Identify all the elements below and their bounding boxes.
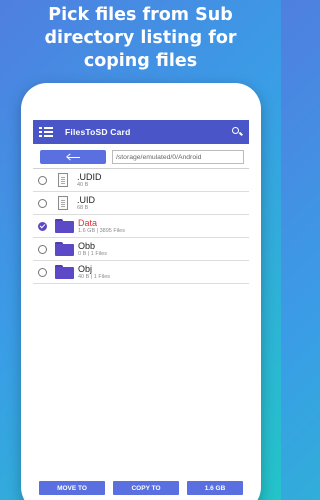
move-to-button[interactable]: MOVE TO	[39, 481, 105, 495]
select-radio[interactable]	[38, 267, 47, 277]
app-toolbar: FilesToSD Card	[33, 120, 249, 144]
item-name: Obj	[78, 263, 93, 274]
folder-icon	[55, 219, 74, 233]
copy-to-button[interactable]: COPY TO	[113, 481, 179, 495]
item-name: .UDID	[77, 171, 102, 182]
promo-headline: Pick files from Sub directory listing fo…	[0, 4, 281, 73]
list-item[interactable]: .UID 68 B	[33, 192, 249, 215]
back-button[interactable]	[40, 150, 106, 164]
item-name: Obb	[78, 240, 96, 251]
folder-icon	[55, 265, 74, 279]
list-item[interactable]: .UDID 40 B	[33, 169, 249, 192]
list-item[interactable]: Obb 0 B | 1 Files	[33, 238, 249, 261]
select-radio[interactable]	[38, 198, 47, 208]
headline-line-1: Pick files from Sub	[48, 5, 233, 25]
app-title: FilesToSD Card	[65, 127, 131, 137]
file-icon	[58, 196, 68, 210]
item-name: .UID	[77, 194, 95, 205]
list-item[interactable]: Data 1.6 GB | 3895 Files	[33, 215, 249, 238]
file-list: .UDID 40 B .UID 68 B Data 1.6 GB | 3895 …	[33, 168, 249, 284]
item-meta: 40 B	[77, 181, 89, 188]
headline-line-3: coping files	[83, 51, 198, 71]
app-screen: FilesToSD Card /storage/emulated/0/Andro…	[33, 120, 249, 500]
item-meta: 1.6 GB | 3895 Files	[78, 227, 125, 234]
search-icon[interactable]	[231, 126, 243, 138]
menu-icon[interactable]	[39, 125, 53, 139]
file-icon	[58, 173, 68, 187]
selected-size-button[interactable]: 1.6 GB	[187, 481, 243, 495]
folder-icon	[55, 242, 74, 256]
item-name: Data	[78, 217, 98, 228]
select-radio-checked[interactable]	[38, 221, 47, 231]
item-meta: 0 B | 1 Files	[78, 250, 107, 257]
path-row: /storage/emulated/0/Android	[33, 144, 249, 168]
item-meta: 40 B | 1 Files	[78, 273, 110, 280]
list-item[interactable]: Obj 40 B | 1 Files	[33, 261, 249, 284]
action-bar: MOVE TO COPY TO 1.6 GB	[33, 481, 249, 495]
back-arrow-icon	[65, 153, 81, 161]
item-meta: 68 B	[77, 204, 89, 211]
current-path-field: /storage/emulated/0/Android	[112, 150, 244, 164]
select-radio[interactable]	[38, 244, 47, 254]
select-radio[interactable]	[38, 175, 47, 185]
headline-line-2: directory listing for	[44, 28, 237, 48]
